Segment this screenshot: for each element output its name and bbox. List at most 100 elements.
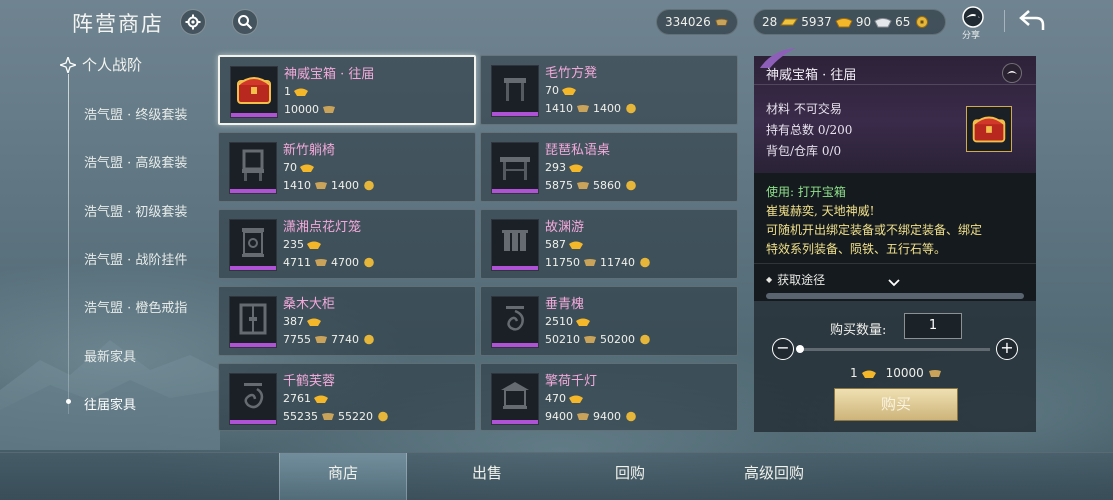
item-coin-value: 9400 xyxy=(593,410,621,423)
item-price-gold: 2761 xyxy=(283,392,329,405)
coin-icon xyxy=(378,411,388,422)
item-coin-value: 1400 xyxy=(593,102,621,115)
tab-buyback[interactable]: 回购 xyxy=(566,453,694,500)
slider-handle[interactable] xyxy=(796,345,804,353)
tab-shop[interactable]: 商店 xyxy=(279,453,407,500)
quantity-slider[interactable] xyxy=(798,348,990,351)
item-thumbnail xyxy=(229,219,277,271)
sidebar-item-advanced-set[interactable]: 浩气盟 · 高级套装 xyxy=(84,152,187,171)
share-button[interactable]: 分享 xyxy=(958,6,988,41)
acquire-scrollbar[interactable] xyxy=(766,293,1024,299)
coin-icon xyxy=(916,16,929,28)
total-price: 1 10000 xyxy=(850,366,943,380)
sidebar-item-orange-ring[interactable]: 浩气盟 · 橙色戒指 xyxy=(84,297,187,316)
copper-ingot-icon xyxy=(928,369,941,377)
item-price-gold: 235 xyxy=(283,238,322,251)
chat-share-icon[interactable] xyxy=(1002,63,1022,83)
share-icon xyxy=(962,6,984,28)
sidebar-heading-label: 个人战阶 xyxy=(82,56,143,74)
currency-goldingot-value: 5937 xyxy=(801,15,832,29)
item-gold-value: 293 xyxy=(545,161,566,174)
search-icon[interactable] xyxy=(232,9,258,35)
spiral-decor-icon xyxy=(506,306,524,331)
currency-group: 28 5937 90 65 xyxy=(753,9,946,35)
gold-ingot-icon xyxy=(307,241,321,249)
copper-ingot-icon xyxy=(577,105,589,112)
item-copper-value: 7755 xyxy=(283,333,311,346)
sidebar-heading[interactable]: 个人战阶 xyxy=(60,54,142,75)
increase-button[interactable]: + xyxy=(996,338,1018,360)
decrease-button[interactable]: − xyxy=(772,338,794,360)
item-gold-value: 587 xyxy=(545,238,566,251)
item-card[interactable]: 新竹躺椅 70 1410 1400 xyxy=(218,132,476,202)
buy-button[interactable]: 购买 xyxy=(834,388,958,421)
item-price-gold: 387 xyxy=(283,315,322,328)
copper-ingot-icon xyxy=(584,336,596,343)
sidebar-item-basic-set[interactable]: 浩气盟 · 初级套装 xyxy=(84,201,187,220)
item-card[interactable]: 神威宝箱 · 往届 1 10000 xyxy=(218,55,476,125)
total-gold-value: 1 xyxy=(850,366,858,380)
item-coin-value: 50200 xyxy=(600,333,635,346)
item-name: 垂青槐 xyxy=(545,297,585,312)
gold-ingot-icon xyxy=(569,164,583,172)
detail-owned: 持有总数 0/200 xyxy=(766,123,853,137)
item-card[interactable]: 桑木大柜 387 7755 7740 xyxy=(218,286,476,356)
sidebar-item-new-furniture[interactable]: 最新家具 xyxy=(84,346,136,365)
bottom-tab-bar: 商店 出售 回购 高级回购 xyxy=(0,452,1113,500)
coin-icon xyxy=(364,334,374,345)
tab-sell[interactable]: 出售 xyxy=(423,453,551,500)
stool-icon xyxy=(504,78,526,101)
item-name: 毛竹方凳 xyxy=(545,66,598,81)
item-name: 桑木大柜 xyxy=(283,297,336,312)
item-card[interactable]: 潇湘点花灯笼 235 4711 4700 xyxy=(218,209,476,279)
item-price-gold: 1 xyxy=(284,85,309,98)
tab-sell-label: 出售 xyxy=(471,464,502,482)
rarity-bar xyxy=(492,189,538,193)
item-thumbnail xyxy=(491,296,539,348)
item-card[interactable]: 毛竹方凳 70 1410 1400 xyxy=(480,55,738,125)
item-copper-value: 11750 xyxy=(545,256,580,269)
copper-ingot-icon xyxy=(315,259,327,266)
rarity-bar xyxy=(492,266,538,270)
copper-ingot-icon xyxy=(714,18,728,26)
item-price-gold: 293 xyxy=(545,161,584,174)
pavilion-lamp-icon xyxy=(501,382,529,409)
item-copper-value: 4711 xyxy=(283,256,311,269)
item-gold-value: 2510 xyxy=(545,315,573,328)
currency-silver-value: 90 xyxy=(855,15,872,29)
item-price-gold: 2510 xyxy=(545,315,591,328)
rarity-bar xyxy=(230,343,276,347)
rarity-bar xyxy=(492,112,538,116)
item-card[interactable]: 垂青槐 2510 50210 50200 xyxy=(480,286,738,356)
item-price-copper: 10000 xyxy=(284,103,337,116)
detail-desc-line1: 可随机开出绑定装备或不绑定装备、绑定 xyxy=(766,223,983,237)
tab-advanced-buyback[interactable]: 高级回购 xyxy=(710,453,838,500)
gold-ingot-icon xyxy=(314,395,328,403)
item-name: 擎荷千灯 xyxy=(545,374,598,389)
item-thumbnail xyxy=(229,296,277,348)
item-card[interactable]: 千鹤芙蓉 2761 55235 55220 xyxy=(218,363,476,431)
top-bar: 阵营商店 334026 28 5937 90 65 分享 xyxy=(0,0,1113,44)
sidebar-item-ultimate-set[interactable]: 浩气盟 · 终级套装 xyxy=(84,104,187,123)
gold-ingot-icon xyxy=(861,370,876,378)
item-copper-value: 55235 xyxy=(283,410,318,423)
item-card[interactable]: 擎荷千灯 470 9400 9400 xyxy=(480,363,738,431)
back-button[interactable] xyxy=(1018,8,1046,34)
acquire-row[interactable]: ◆ 获取途径 xyxy=(766,271,825,288)
item-name: 潇湘点花灯笼 xyxy=(283,220,362,235)
currency-goldbar-value: 28 xyxy=(762,15,778,29)
chevron-down-icon[interactable] xyxy=(888,279,900,287)
acquire-label: 获取途径 xyxy=(777,273,826,287)
item-card[interactable]: 琵琶私语桌 293 5875 5860 xyxy=(480,132,738,202)
item-card[interactable]: 故渊游 587 11750 11740 xyxy=(480,209,738,279)
sidebar-item-pendant[interactable]: 浩气盟 · 战阶挂件 xyxy=(84,249,187,268)
item-price-copper: 11750 11740 xyxy=(545,256,653,269)
item-name: 神威宝箱 · 往届 xyxy=(284,67,375,82)
gear-icon[interactable] xyxy=(180,9,206,35)
gold-ingot-icon xyxy=(569,241,583,249)
sidebar-item-past-furniture[interactable]: 往届家具 xyxy=(84,394,136,413)
tab-advanced-buyback-label: 高级回购 xyxy=(743,464,804,482)
quantity-input[interactable]: 1 xyxy=(904,313,962,339)
item-name: 千鹤芙蓉 xyxy=(283,374,336,389)
detail-desc-line2: 特效系列装备、陨铁、五行石等。 xyxy=(766,242,947,256)
